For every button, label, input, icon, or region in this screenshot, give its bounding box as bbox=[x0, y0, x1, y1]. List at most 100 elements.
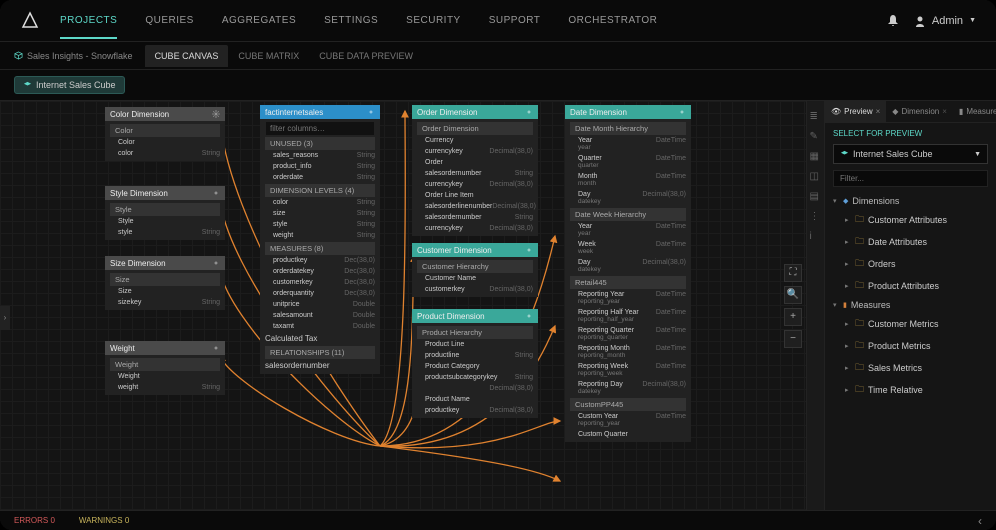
tree-item[interactable]: ▸🗀Customer Metrics bbox=[831, 313, 990, 335]
panel-factinternetsales[interactable]: factinternetsales UNUSED (3) sales_reaso… bbox=[260, 105, 380, 374]
tree-item[interactable]: ▸🗀Customer Attributes bbox=[831, 209, 990, 231]
panel-row: YearyearDateTime bbox=[570, 221, 686, 239]
preview-tree[interactable]: ▾◆Dimensions ▸🗀Customer Attributes▸🗀Date… bbox=[825, 193, 996, 510]
side-tab-measures[interactable]: ▮ Measures × bbox=[953, 101, 996, 122]
view-tab-2[interactable]: CUBE DATA PREVIEW bbox=[309, 45, 423, 67]
fit-button[interactable]: ⛶ bbox=[784, 264, 802, 282]
tree-item[interactable]: ▸🗀Sales Metrics bbox=[831, 357, 990, 379]
topnav-security[interactable]: SECURITY bbox=[406, 15, 461, 26]
gear-icon bbox=[525, 246, 533, 254]
panel-weight[interactable]: Weight Weight Weight weightString bbox=[105, 341, 225, 395]
eye-icon: 👁 bbox=[831, 107, 841, 116]
tabbar: Sales Insights - Snowflake CUBE CANVASCU… bbox=[0, 42, 996, 70]
topnav-aggregates[interactable]: AGGREGATES bbox=[222, 15, 296, 26]
panel-row: Custom Quarter bbox=[570, 429, 686, 440]
warnings-count[interactable]: WARNINGS 0 bbox=[79, 516, 129, 525]
gear-icon bbox=[678, 108, 686, 116]
gear-icon bbox=[212, 189, 220, 197]
panel-product-dimension[interactable]: Product Dimension Product Hierarchy Prod… bbox=[412, 309, 538, 418]
tree-item[interactable]: ▸🗀Product Attributes bbox=[831, 275, 990, 297]
statusbar-expand[interactable]: ‹ bbox=[978, 514, 982, 528]
panel-row: Reporting Yearreporting_yearDateTime bbox=[570, 289, 686, 307]
tree-item[interactable]: ▸🗀Product Metrics bbox=[831, 335, 990, 357]
info-icon[interactable]: i bbox=[810, 231, 822, 243]
view-tab-1[interactable]: CUBE MATRIX bbox=[228, 45, 309, 67]
panel-row: unitpriceDouble bbox=[265, 299, 375, 310]
tree-item[interactable]: ▸🗀Time Relative bbox=[831, 379, 990, 401]
panel-row: product_infoString bbox=[265, 161, 375, 172]
gear-icon bbox=[212, 344, 220, 352]
breadcrumb[interactable]: Sales Insights - Snowflake bbox=[14, 51, 133, 61]
panel-row: customerkeyDecimal(38,0) bbox=[417, 284, 533, 295]
panel-row: Decimal(38,0) bbox=[417, 383, 533, 394]
panel-row: DaydatekeyDecimal(38,0) bbox=[570, 257, 686, 275]
topnav-projects[interactable]: PROJECTS bbox=[60, 15, 117, 39]
panel-row: sales_reasonsString bbox=[265, 150, 375, 161]
panel-row: salesorderlinenumberDecimal(38,0) bbox=[417, 201, 533, 212]
gear-icon bbox=[212, 259, 220, 267]
side-tab-dimension[interactable]: ◆ Dimension × bbox=[886, 101, 953, 122]
notifications-icon[interactable] bbox=[886, 14, 900, 28]
user-menu[interactable]: Admin ▼ bbox=[914, 15, 976, 27]
panel-row: Currency bbox=[417, 135, 533, 146]
errors-count[interactable]: ERRORS 0 bbox=[14, 516, 55, 525]
left-collapse-toggle[interactable]: › bbox=[0, 306, 10, 330]
cube-select[interactable]: Internet Sales Cube ▼ bbox=[833, 144, 988, 164]
sheet-icon[interactable]: ▤ bbox=[810, 191, 822, 203]
layers-icon[interactable]: ≣ bbox=[810, 111, 822, 123]
panel-row: Customer Name bbox=[417, 273, 533, 284]
panel-row: salesordernumberString bbox=[417, 212, 533, 223]
tree-item[interactable]: ▸🗀Date Attributes bbox=[831, 231, 990, 253]
panel-color-dimension[interactable]: Color Dimension Color Color colorString bbox=[105, 107, 225, 161]
panel-order-dimension[interactable]: Order Dimension Order Dimension Currency… bbox=[412, 105, 538, 236]
view-tab-0[interactable]: CUBE CANVAS bbox=[145, 45, 229, 67]
cube-canvas[interactable]: › Color Dimens bbox=[0, 101, 806, 510]
cube-icon bbox=[14, 51, 23, 60]
panel-row: MonthmonthDateTime bbox=[570, 171, 686, 189]
gear-icon bbox=[212, 110, 220, 118]
panel-row: Product Category bbox=[417, 361, 533, 372]
zoom-in-button[interactable]: + bbox=[784, 308, 802, 326]
panel-date-dimension[interactable]: Date Dimension Date Month HierarchyYeary… bbox=[565, 105, 691, 442]
close-icon[interactable]: × bbox=[942, 107, 947, 116]
zoom-out-button[interactable]: − bbox=[784, 330, 802, 348]
preview-sidepanel: 👁 Preview ×◆ Dimension ×▮ Measures × SEL… bbox=[824, 101, 996, 510]
search-button[interactable]: 🔍 bbox=[784, 286, 802, 304]
tree-item[interactable]: ▸🗀Orders bbox=[831, 253, 990, 275]
sidebar-filter-input[interactable] bbox=[833, 170, 988, 187]
panel-row: currencykeyDecimal(38,0) bbox=[417, 223, 533, 234]
panel-row: Reporting DaydatekeyDecimal(38,0) bbox=[570, 379, 686, 397]
cube-chip[interactable]: Internet Sales Cube bbox=[14, 76, 125, 94]
topnav-queries[interactable]: QUERIES bbox=[145, 15, 194, 26]
panel-row: productlineString bbox=[417, 350, 533, 361]
topnav-orchestrator[interactable]: ORCHESTRATOR bbox=[568, 15, 657, 26]
user-name: Admin bbox=[932, 15, 963, 27]
db-icon[interactable]: ◫ bbox=[810, 171, 822, 183]
gear-icon bbox=[525, 312, 533, 320]
panel-row: productkeyDecimal(38,0) bbox=[417, 405, 533, 416]
grid-icon[interactable]: ▦ bbox=[810, 151, 822, 163]
panel-row: Product Line bbox=[417, 339, 533, 350]
more-icon[interactable]: ⋮ bbox=[810, 211, 822, 223]
meas-icon: ▮ bbox=[959, 107, 963, 116]
link-icon[interactable]: ✎ bbox=[810, 131, 822, 143]
panel-customer-dimension[interactable]: Customer Dimension Customer Hierarchy Cu… bbox=[412, 243, 538, 297]
panel-size-dimension[interactable]: Size Dimension Size Size sizekeyString bbox=[105, 256, 225, 310]
panel-row: WeekweekDateTime bbox=[570, 239, 686, 257]
side-tab-preview[interactable]: 👁 Preview × bbox=[825, 101, 886, 122]
column-filter-input[interactable] bbox=[265, 121, 375, 136]
panel-row: orderquantityDec(38,0) bbox=[265, 288, 375, 299]
close-icon[interactable]: × bbox=[876, 107, 881, 116]
topnav-support[interactable]: SUPPORT bbox=[489, 15, 541, 26]
panel-row: orderdateString bbox=[265, 172, 375, 183]
topnav-settings[interactable]: SETTINGS bbox=[324, 15, 378, 26]
gear-icon bbox=[367, 108, 375, 116]
dim-icon: ◆ bbox=[892, 107, 898, 116]
panel-style-dimension[interactable]: Style Dimension Style Style styleString bbox=[105, 186, 225, 240]
cube-chip-bar: Internet Sales Cube bbox=[0, 70, 996, 101]
user-icon bbox=[914, 15, 926, 27]
topbar: PROJECTS QUERIES AGGREGATES SETTINGS SECURIT… bbox=[0, 0, 996, 42]
panel-row: Reporting Weekreporting_weekDateTime bbox=[570, 361, 686, 379]
panel-row: styleString bbox=[265, 219, 375, 230]
logo-icon bbox=[20, 11, 40, 31]
